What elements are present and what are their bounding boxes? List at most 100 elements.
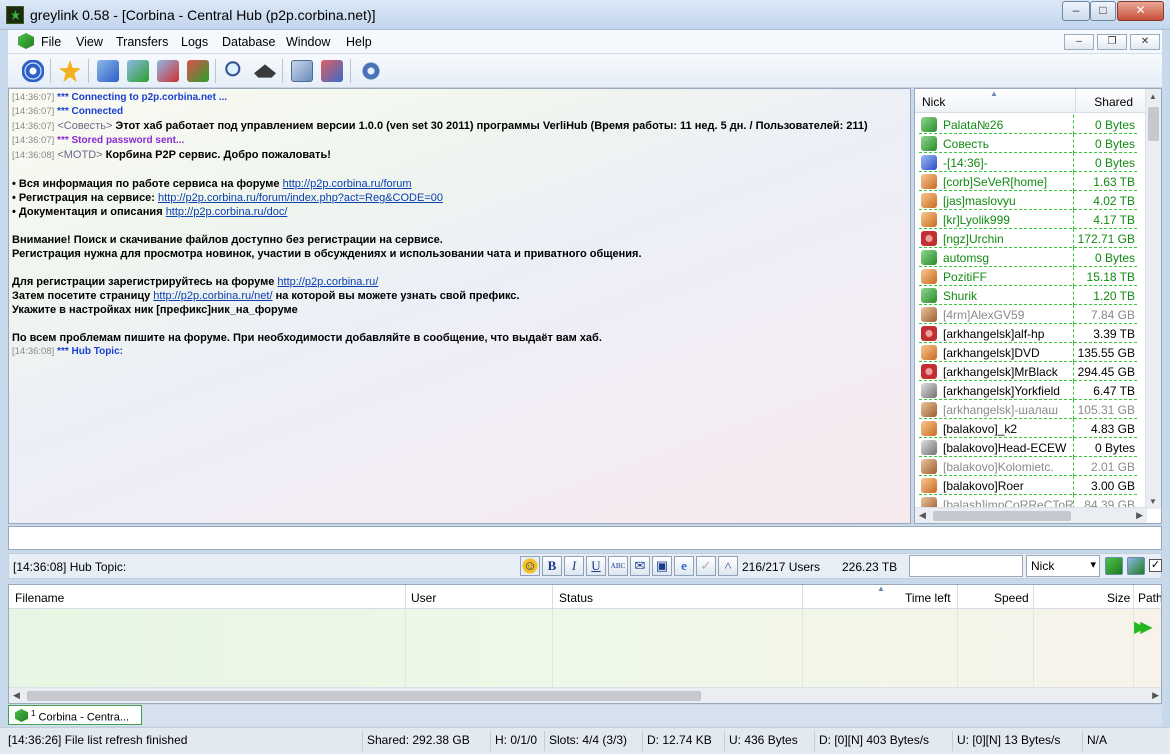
menu-logs[interactable]: Logs [181,35,208,49]
site-link[interactable]: http://p2p.corbina.ru/ [277,276,378,288]
favorites-star-icon[interactable] [59,60,81,82]
user-row[interactable]: [balakovo]Kolomietc. 2.01 GB [919,457,1137,476]
menu-file[interactable]: File [41,35,61,49]
queue-blue-icon[interactable] [97,60,119,82]
minimize-button[interactable]: – [1062,1,1090,21]
registration-link[interactable]: http://p2p.corbina.ru/forum/index.php?ac… [158,192,443,204]
scroll-thumb[interactable] [27,691,701,701]
user-row[interactable]: Shurik 1.20 TB [919,286,1137,305]
user-row[interactable]: [arkhangelsk]-шалаш 105.31 GB [919,400,1137,419]
spy-icon[interactable] [254,64,276,78]
filter-column-select[interactable]: Nick [1026,555,1100,577]
chat-nick[interactable]: <MOTD> [57,149,102,161]
user-row[interactable]: [arkhangelsk]MrBlack 294.45 GB [919,362,1137,381]
browser-icon[interactable]: e [674,556,694,576]
expand-button[interactable]: ˄ [718,556,738,576]
chat-line: Регистрация нужна для просмотра новинок,… [12,247,907,261]
filelist-icon[interactable] [291,60,313,82]
play-queue-icon[interactable]: ▶▶ [1134,617,1152,637]
hub-chat-area[interactable]: [14:36:07] *** Connecting to p2p.corbina… [8,88,911,524]
search-icon[interactable] [224,60,246,82]
scroll-right-icon[interactable]: ▶ [1136,510,1143,521]
user-row[interactable]: [arkhangelsk]Yorkfield 6.47 TB [919,381,1137,400]
user-row[interactable]: automsg 0 Bytes [919,248,1137,267]
close-button[interactable]: ✕ [1117,1,1164,21]
user-shared: 0 Bytes [1094,118,1135,132]
italic-button[interactable]: I [564,556,584,576]
user-row[interactable]: Palata№26 0 Bytes [919,115,1137,134]
user-row[interactable]: [ngz]Urchin 172.71 GB [919,229,1137,248]
scroll-thumb[interactable] [1148,107,1159,141]
column-path[interactable]: Path [1138,591,1161,605]
scroll-down-icon[interactable]: ▼ [1149,497,1157,506]
mdi-close-button[interactable]: ✕ [1130,34,1160,50]
color-button[interactable]: ✉ [630,556,650,576]
menu-help[interactable]: Help [346,35,372,49]
chat-nick[interactable]: <Совесть> [57,120,112,132]
docs-link[interactable]: http://p2p.corbina.ru/doc/ [166,206,288,218]
scroll-left-icon[interactable]: ◀ [919,510,926,521]
scroll-up-icon[interactable]: ▲ [1149,92,1157,101]
column-user[interactable]: User [411,591,436,605]
user-orange-icon [921,345,937,360]
user-row[interactable]: -[14:36]- 0 Bytes [919,153,1137,172]
excel-icon[interactable] [1105,557,1123,575]
net-link[interactable]: http://p2p.corbina.ru/net/ [153,290,272,302]
menu-transfers[interactable]: Transfers [116,35,168,49]
user-list-vscroll[interactable]: ▲ ▼ [1145,89,1161,509]
user-row[interactable]: [kr]Lyolik999 4.17 TB [919,210,1137,229]
user-row[interactable]: [corb]SeVeR[home] 1.63 TB [919,172,1137,191]
forum-link[interactable]: http://p2p.corbina.ru/forum [283,178,412,190]
mdi-minimize-button[interactable]: – [1064,34,1094,50]
column-filename[interactable]: Filename [15,591,64,605]
user-filter-input[interactable] [909,555,1023,577]
user-row[interactable]: [balakovo]_k2 4.83 GB [919,419,1137,438]
mdi-child-icon[interactable] [18,33,34,49]
user-row[interactable]: [balakovo]Roer 3.00 GB [919,476,1137,495]
chat-message: По всем проблемам пишите на форуме. При … [12,332,602,344]
notepad-icon[interactable] [321,60,343,82]
chat-message-input[interactable] [8,526,1162,550]
mdi-restore-button[interactable]: ❐ [1097,34,1127,50]
user-row[interactable]: [arkhangelsk]DVD 135.55 GB [919,343,1137,362]
column-time-left[interactable]: Time left [905,591,951,605]
queue-green-icon[interactable] [127,60,149,82]
user-row[interactable]: [4rm]AlexGV59 7.84 GB [919,305,1137,324]
chat-line: [14:36:07] *** Connected [12,105,907,119]
show-userlist-checkbox[interactable]: ✓ [1149,559,1162,572]
refresh-icon[interactable] [1127,557,1145,575]
column-status[interactable]: Status [559,591,593,605]
tab-corbina-hub[interactable]: 1 Corbina - Centra... [8,705,142,725]
bold-button[interactable]: B [542,556,562,576]
underline-button[interactable]: U [586,556,606,576]
queue-red-icon[interactable] [157,60,179,82]
user-list[interactable]: Nick ▲ Shared Palata№26 0 Bytes Совесть 0 B… [914,88,1162,524]
user-row[interactable]: [arkhangelsk]alf-hp 3.39 TB [919,324,1137,343]
maximize-button[interactable]: □ [1090,1,1116,21]
menu-view[interactable]: View [76,35,103,49]
transfers-panel[interactable]: Filename User Status ▲ Time left Speed S… [8,584,1162,704]
image-button[interactable]: ▣ [652,556,672,576]
user-list-hscroll[interactable]: ◀ ▶ [915,507,1147,523]
connect-icon[interactable] [22,60,44,82]
menu-window[interactable]: Window [286,35,330,49]
finished-icon[interactable] [187,60,209,82]
user-shared: 15.18 TB [1086,270,1135,284]
scroll-thumb[interactable] [933,511,1071,521]
column-size[interactable]: Size [1107,591,1130,605]
user-row[interactable]: [jas]maslovyu 4.02 TB [919,191,1137,210]
user-row[interactable]: [balakovo]Head-ECEW 0 Bytes [919,438,1137,457]
column-nick[interactable]: Nick [922,95,945,109]
scroll-left-icon[interactable]: ◀ [13,690,20,701]
menu-database[interactable]: Database [222,35,276,49]
spellcheck-button[interactable]: ✓ [696,556,716,576]
user-row[interactable]: Совесть 0 Bytes [919,134,1137,153]
user-row[interactable]: PozitiFF 15.18 TB [919,267,1137,286]
column-shared[interactable]: Shared [1094,95,1133,109]
emoticon-button[interactable]: ☺ [520,556,540,576]
settings-gear-icon[interactable] [360,60,382,82]
column-speed[interactable]: Speed [994,591,1029,605]
strike-button[interactable]: ABC [608,556,628,576]
scroll-right-icon[interactable]: ▶ [1152,690,1159,701]
transfers-hscroll[interactable]: ◀ ▶ [9,687,1161,703]
